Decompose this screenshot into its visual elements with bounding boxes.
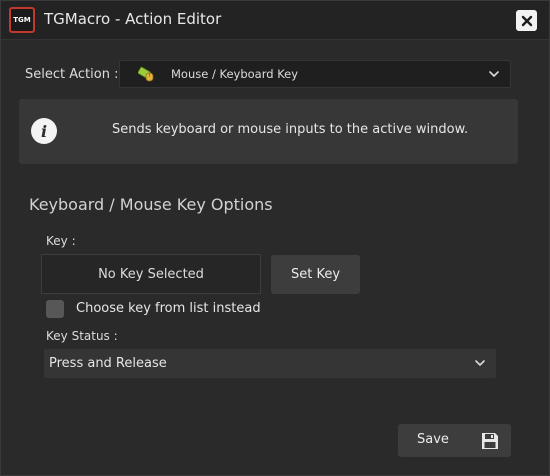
mouse-keyboard-icon	[138, 66, 154, 82]
app-logo: TGM	[9, 7, 35, 33]
info-panel: i Sends keyboard or mouse inputs to the …	[19, 99, 518, 164]
title-bar[interactable]: TGM TGMacro - Action Editor	[1, 1, 549, 40]
set-key-button[interactable]: Set Key	[271, 255, 360, 294]
close-icon	[521, 15, 532, 26]
key-display-field: No Key Selected	[41, 254, 261, 294]
choose-from-list-checkbox[interactable]	[46, 300, 64, 318]
chevron-down-icon	[489, 71, 499, 77]
section-title: Keyboard / Mouse Key Options	[29, 195, 273, 214]
key-label: Key :	[46, 234, 76, 248]
action-select-dropdown[interactable]: Mouse / Keyboard Key	[119, 60, 511, 88]
choose-from-list-label[interactable]: Choose key from list instead	[76, 301, 261, 316]
key-status-value: Press and Release	[49, 356, 167, 371]
app-logo-text: TGM	[13, 16, 31, 24]
save-button[interactable]: Save	[398, 424, 511, 457]
action-select-value: Mouse / Keyboard Key	[171, 67, 299, 81]
chevron-down-icon	[475, 360, 485, 366]
action-editor-window: TGM TGMacro - Action Editor Select Actio…	[0, 0, 550, 476]
close-button[interactable]	[516, 10, 537, 31]
floppy-disk-icon	[482, 433, 498, 449]
key-status-dropdown[interactable]: Press and Release	[44, 349, 496, 378]
window-title: TGMacro - Action Editor	[44, 10, 222, 28]
select-action-label: Select Action :	[25, 67, 119, 82]
save-label: Save	[417, 432, 449, 447]
info-icon: i	[31, 118, 57, 144]
key-status-label: Key Status :	[46, 329, 118, 343]
info-description: Sends keyboard or mouse inputs to the ac…	[112, 122, 469, 137]
